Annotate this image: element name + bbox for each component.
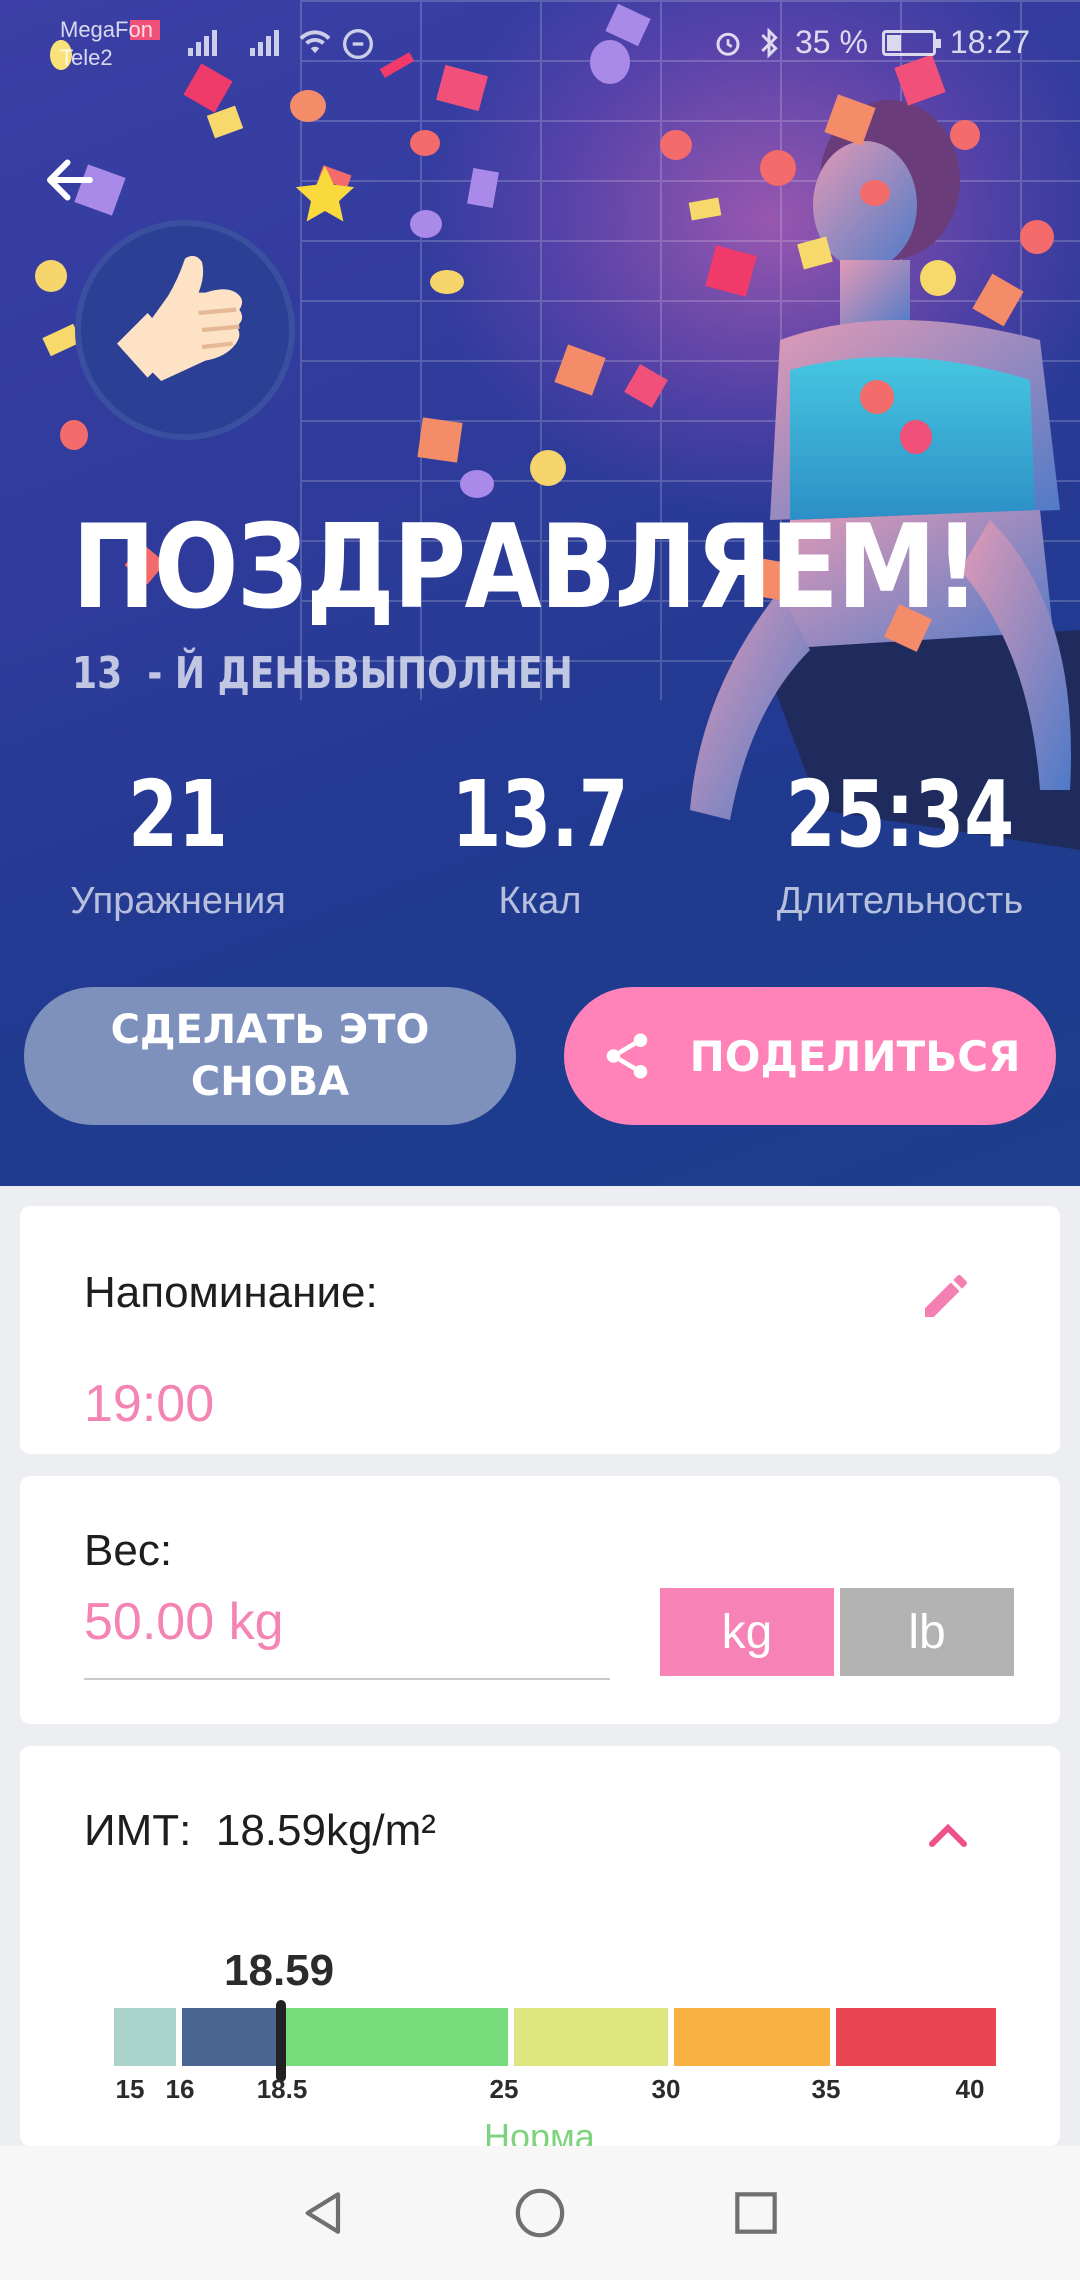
bmi-marker <box>276 2000 286 2082</box>
bmi-label: ИМТ: <box>84 1806 192 1855</box>
signal-icon <box>188 26 217 56</box>
bmi-marker-value: 18.59 <box>224 1946 335 1995</box>
status-bar: MegaFon Tele2 35 % 18:27 <box>0 0 1080 90</box>
stat-duration: 25:34 Длительность <box>750 760 1050 923</box>
bmi-segment <box>836 2008 996 2066</box>
do-again-label-1: СДЕЛАТЬ ЭТО <box>110 1007 430 1053</box>
unit-lb-button[interactable]: lb <box>840 1588 1014 1676</box>
day-number: 13 <box>72 648 123 699</box>
battery-icon <box>881 29 941 56</box>
bmi-segment <box>674 2008 830 2066</box>
bmi-tick: 40 <box>955 2074 985 2104</box>
status-indicators: 35 % 18:27 <box>713 24 1030 61</box>
stat-value: 25:34 <box>785 761 1015 868</box>
bmi-segment <box>514 2008 668 2066</box>
bmi-tick: 25 <box>489 2074 519 2104</box>
bmi-tick: 35 <box>811 2074 841 2104</box>
stat-exercises: 21 Упражнения <box>28 760 328 923</box>
congrats-header: MegaFon Tele2 35 % 18:27 ПОЗДРАВЛЯЕМ! 13… <box>0 0 1080 1186</box>
bmi-title: ИМТ: 18.59kg/m² <box>84 1806 436 1856</box>
wifi-icon <box>299 30 331 54</box>
notification-icon <box>343 29 373 59</box>
share-label: ПОДЕЛИТЬСЯ <box>689 1031 1021 1081</box>
unit-kg-button[interactable]: kg <box>660 1588 834 1676</box>
carrier-1: MegaFon <box>60 17 153 42</box>
nav-home-icon[interactable] <box>512 2185 568 2241</box>
share-button[interactable]: ПОДЕЛИТЬСЯ <box>564 987 1056 1125</box>
bmi-scale <box>114 2000 1006 2082</box>
stat-label: Упражнения <box>70 880 286 922</box>
do-again-button[interactable]: СДЕЛАТЬ ЭТО СНОВА <box>24 987 516 1125</box>
workout-stats: 21 Упражнения 13.7 Ккал 25:34 Длительнос… <box>0 760 1080 940</box>
edit-pencil-icon[interactable] <box>918 1268 974 1324</box>
weight-input[interactable]: 50.00 kg <box>84 1592 284 1652</box>
weight-input-underline <box>84 1678 610 1680</box>
stat-label: Длительность <box>776 880 1024 922</box>
carrier-2: Tele2 <box>60 45 113 70</box>
bmi-value: 18.59kg/m² <box>215 1806 436 1855</box>
clock: 18:27 <box>949 24 1030 60</box>
carrier-names: MegaFon Tele2 <box>60 16 153 72</box>
nav-recents-icon[interactable] <box>728 2185 784 2241</box>
congrats-title: ПОЗДРАВЛЯЕМ! <box>72 500 980 635</box>
system-nav-bar <box>0 2146 1080 2280</box>
bmi-segment <box>114 2008 176 2066</box>
reminder-time[interactable]: 19:00 <box>84 1374 214 1434</box>
back-arrow-icon[interactable] <box>40 150 100 210</box>
bluetooth-icon <box>761 26 778 59</box>
bmi-segment <box>282 2008 508 2066</box>
day-completed: 13 - Й ДЕНЬВЫПОЛНЕН <box>72 648 573 699</box>
stat-kcal: 13.7 Ккал <box>390 760 690 923</box>
thumbs-up-icon <box>117 255 243 381</box>
chevron-up-icon[interactable] <box>924 1816 972 1856</box>
bmi-segment <box>182 2008 276 2066</box>
nav-back-icon[interactable] <box>296 2185 352 2241</box>
bmi-tick: 15 <box>115 2074 145 2104</box>
stat-label: Ккал <box>498 880 582 922</box>
weight-card: Вес: 50.00 kg kg lb <box>20 1476 1060 1724</box>
reminder-card[interactable]: Напоминание: 19:00 <box>20 1206 1060 1454</box>
bmi-card: ИМТ: 18.59kg/m² 18.59 15 16 18.5 25 30 3… <box>20 1746 1060 2157</box>
bmi-tick: 30 <box>651 2074 681 2104</box>
reminder-label: Напоминание: <box>84 1268 378 1317</box>
day-completed-text: - Й ДЕНЬВЫПОЛНЕН <box>147 648 573 699</box>
stat-value: 21 <box>128 761 228 868</box>
battery-percent: 35 % <box>794 24 868 60</box>
do-again-label-2: СНОВА <box>190 1059 350 1105</box>
signal-icon-2 <box>250 26 279 56</box>
stat-value: 13.7 <box>451 761 629 868</box>
weight-label: Вес: <box>84 1526 173 1575</box>
achievement-badge <box>75 220 295 440</box>
bmi-tick: 16 <box>165 2074 195 2104</box>
share-icon <box>606 1033 647 1079</box>
alarm-icon <box>716 32 740 56</box>
bmi-tick: 18.5 <box>256 2074 308 2104</box>
star-decoration <box>295 165 355 222</box>
